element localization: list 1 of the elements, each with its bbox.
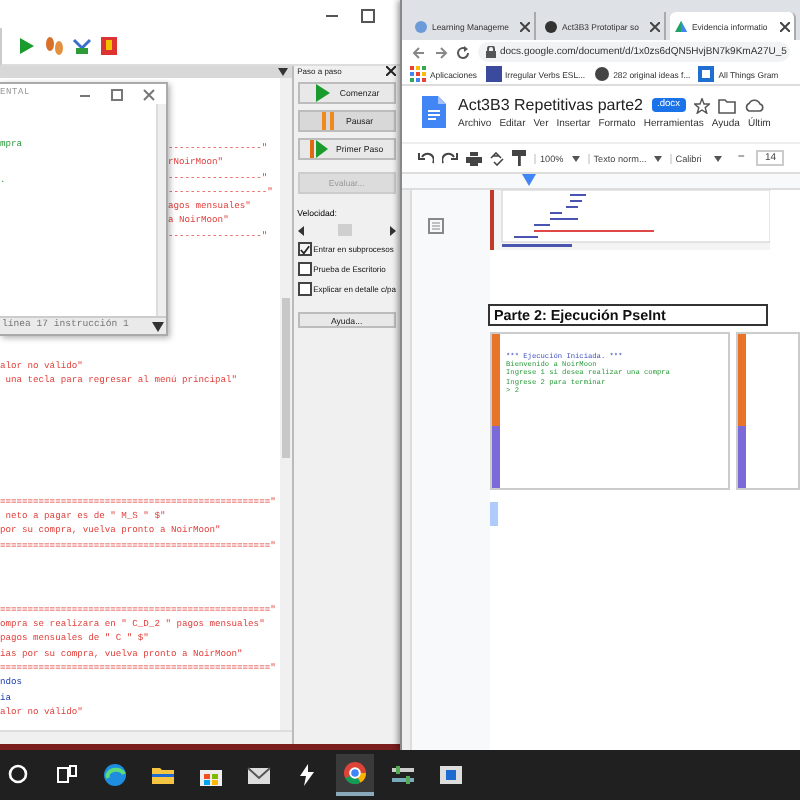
document-title[interactable]: Act3B3 Repetitivas parte2: [458, 96, 643, 114]
